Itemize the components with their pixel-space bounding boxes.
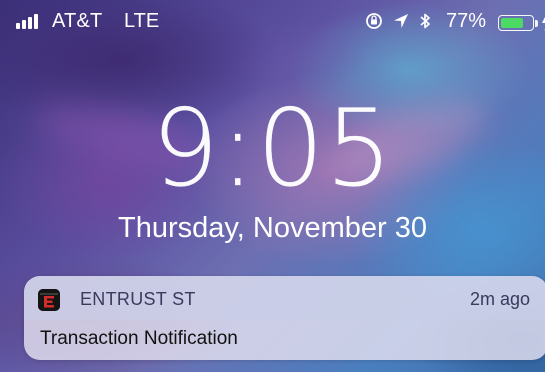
signal-strength-icon xyxy=(16,13,42,29)
image-border xyxy=(0,372,553,383)
notification-body: Transaction Notification xyxy=(40,328,238,349)
notification-time: 2m ago xyxy=(469,289,530,309)
entrust-e-icon xyxy=(38,289,60,311)
location-icon xyxy=(394,14,408,28)
battery-percent: 77% xyxy=(446,10,487,32)
signal-bar xyxy=(16,23,20,29)
carrier-name: AT&T xyxy=(52,10,103,32)
image-border xyxy=(545,0,553,383)
status-bar: AT&T LTE 77% xyxy=(0,0,553,40)
phone-lock-screen: AT&T LTE 77% 9:05 Thursday, November 30 xyxy=(0,0,553,383)
orientation-lock-icon xyxy=(366,13,382,29)
notification-app-name: ENTRUST ST xyxy=(80,289,196,309)
battery-icon xyxy=(498,15,534,31)
notification-card[interactable]: ENTRUST ST 2m ago Transaction Notificati… xyxy=(24,276,548,360)
signal-bar xyxy=(28,17,32,29)
lock-screen-date: Thursday, November 30 xyxy=(118,212,427,244)
battery-level xyxy=(501,18,523,28)
signal-bar xyxy=(34,14,38,29)
lock-screen-time: 9:05 xyxy=(151,87,394,210)
signal-bar xyxy=(22,20,26,29)
battery-cap xyxy=(535,20,538,27)
network-type: LTE xyxy=(124,10,160,32)
bluetooth-icon xyxy=(420,13,430,29)
